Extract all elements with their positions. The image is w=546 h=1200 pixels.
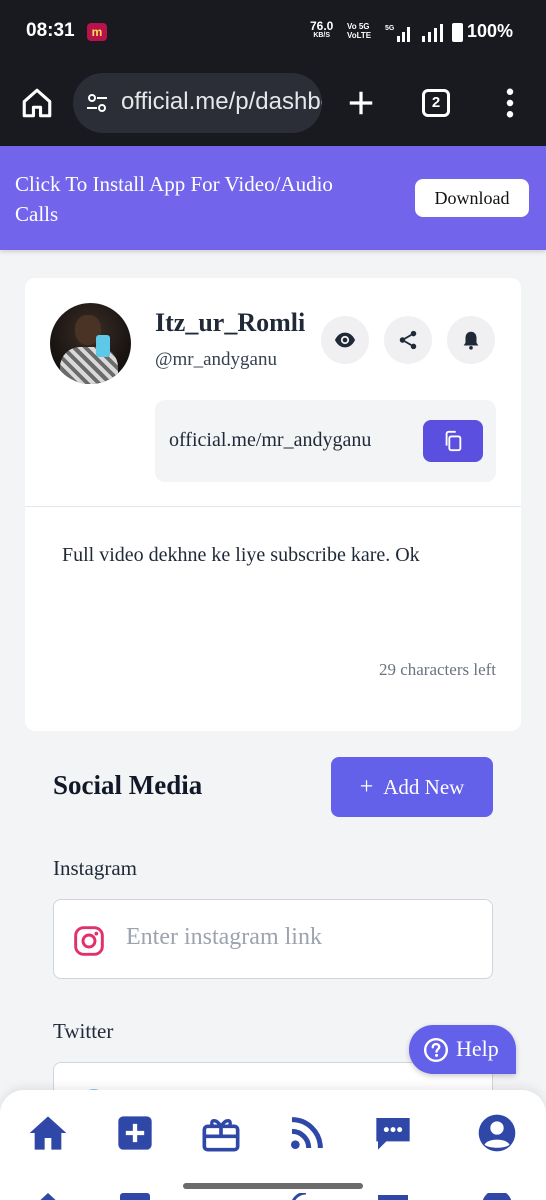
help-button[interactable]: Help xyxy=(409,1025,516,1074)
gesture-bar[interactable] xyxy=(183,1183,363,1189)
signal-icon xyxy=(422,24,443,42)
network-speed: 76.0 KB/S xyxy=(310,20,333,41)
display-name: Itz_ur_Romli xyxy=(155,308,306,337)
rss-icon[interactable] xyxy=(287,1113,327,1153)
install-app-banner: Click To Install App For Video/Audio Cal… xyxy=(0,146,546,250)
avatar[interactable] xyxy=(50,303,131,384)
notifications-button[interactable] xyxy=(447,316,495,364)
instagram-label: Instagram xyxy=(53,856,137,880)
copy-icon xyxy=(445,430,462,452)
volte-bottom: VoLTE xyxy=(347,31,372,40)
account-peek-icon xyxy=(482,1193,512,1200)
username: @mr_andyganu xyxy=(155,349,277,370)
copy-link-button[interactable] xyxy=(423,420,483,462)
battery-level: 100% xyxy=(467,21,514,41)
profile-card: Itz_ur_Romli @mr_andyganu official.me/mr… xyxy=(25,278,521,731)
account-icon[interactable] xyxy=(477,1113,517,1153)
bell-icon xyxy=(463,331,479,350)
character-counter: 29 characters left xyxy=(378,660,496,679)
tab-switcher-button[interactable]: 2 xyxy=(422,89,450,117)
home-icon[interactable] xyxy=(28,1113,68,1153)
share-icon xyxy=(399,330,417,350)
chat-peek-icon xyxy=(378,1195,408,1200)
instagram-icon xyxy=(74,926,104,956)
volte-top: Vo 5G xyxy=(347,22,370,31)
more-menu-icon[interactable] xyxy=(502,88,518,118)
twitter-label: Twitter xyxy=(53,1019,114,1043)
notification-app-icon: m xyxy=(87,23,107,41)
browser-toolbar: official.me/p/dashboard 2 xyxy=(0,64,546,146)
add-new-button[interactable]: + Add New xyxy=(331,757,493,817)
battery-icon xyxy=(452,23,463,42)
status-bar: 08:31 m 76.0 KB/S Vo 5G VoLTE 5G 100% xyxy=(0,0,546,64)
social-media-heading: Social Media xyxy=(53,770,203,800)
home-peek-icon xyxy=(40,1193,56,1200)
bio-textarea[interactable]: Full video dekhne ke liye subscribe kare… xyxy=(62,544,420,567)
profile-link-box: official.me/mr_andyganu xyxy=(155,400,496,482)
url-text: official.me/p/dashboard xyxy=(121,88,322,115)
network-speed-unit: KB/S xyxy=(313,32,331,39)
instagram-input[interactable]: Enter instagram link xyxy=(53,899,493,979)
install-banner-text[interactable]: Click To Install App For Video/Audio Cal… xyxy=(15,169,375,229)
divider xyxy=(25,506,521,507)
address-bar[interactable]: official.me/p/dashboard xyxy=(73,73,322,133)
volte-indicator: Vo 5G VoLTE xyxy=(347,22,371,40)
eye-icon xyxy=(334,332,356,348)
instagram-placeholder: Enter instagram link xyxy=(126,924,322,950)
help-icon xyxy=(423,1037,449,1063)
svg-text:5G: 5G xyxy=(385,25,395,32)
status-time: 08:31 xyxy=(26,20,75,41)
download-button[interactable]: Download xyxy=(415,179,529,217)
help-label: Help xyxy=(456,1036,499,1061)
add-square-icon[interactable] xyxy=(115,1113,155,1153)
rss-peek-icon xyxy=(292,1193,307,1200)
site-settings-icon[interactable] xyxy=(85,91,109,115)
plus-icon: + xyxy=(359,773,374,800)
signal-5g-icon: 5G xyxy=(385,25,410,42)
chat-icon[interactable] xyxy=(373,1113,413,1153)
share-button[interactable] xyxy=(384,316,432,364)
home-icon[interactable] xyxy=(20,86,54,120)
gift-card-icon[interactable] xyxy=(201,1113,241,1153)
new-tab-icon[interactable] xyxy=(346,88,376,118)
add-new-label: Add New xyxy=(383,774,465,799)
profile-link[interactable]: official.me/mr_andyganu xyxy=(169,429,371,452)
add-peek-icon xyxy=(120,1193,150,1200)
preview-button[interactable] xyxy=(321,316,369,364)
